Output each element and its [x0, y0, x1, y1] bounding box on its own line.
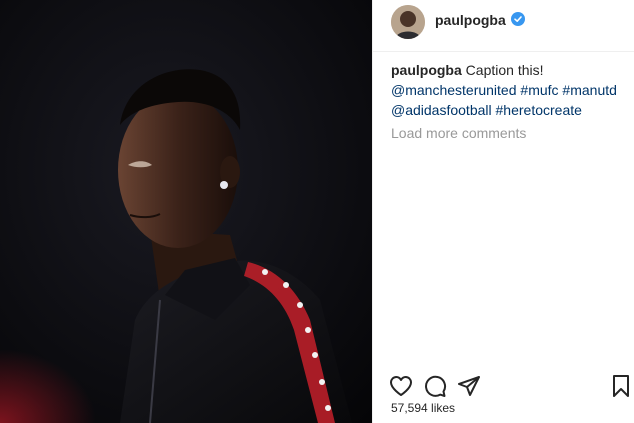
post-header: paulpogba	[373, 0, 634, 52]
post-side-panel: paulpogba paulpogba Caption this! @manch…	[372, 0, 634, 423]
verified-badge-icon	[511, 12, 525, 26]
share-icon[interactable]	[457, 374, 481, 398]
mention-adidasfootball[interactable]: @adidasfootball	[391, 102, 492, 118]
hashtag-mufc[interactable]: #mufc	[520, 82, 558, 98]
hashtag-heretocreate[interactable]: #heretocreate	[496, 102, 582, 118]
bookmark-icon[interactable]	[609, 374, 633, 398]
photo-illustration	[0, 0, 372, 423]
avatar-image	[391, 5, 425, 39]
action-bar	[373, 370, 634, 400]
mention-manchesterunited[interactable]: @manchesterunited	[391, 82, 517, 98]
caption-text: Caption this!	[465, 62, 544, 78]
hashtag-manutd[interactable]: #manutd	[562, 82, 616, 98]
heart-icon[interactable]	[389, 374, 413, 398]
load-more-comments-button[interactable]: Load more comments	[391, 123, 631, 143]
likes-count[interactable]: 57,594 likes	[391, 401, 455, 415]
header-username[interactable]: paulpogba	[435, 12, 506, 28]
comment-icon[interactable]	[423, 374, 447, 398]
comments-section: paulpogba Caption this! @manchesterunite…	[391, 60, 631, 143]
post-photo[interactable]	[0, 0, 372, 423]
caption: paulpogba Caption this! @manchesterunite…	[391, 60, 631, 120]
instagram-post: paulpogba paulpogba Caption this! @manch…	[0, 0, 634, 423]
avatar[interactable]	[391, 5, 425, 39]
caption-author[interactable]: paulpogba	[391, 62, 462, 78]
